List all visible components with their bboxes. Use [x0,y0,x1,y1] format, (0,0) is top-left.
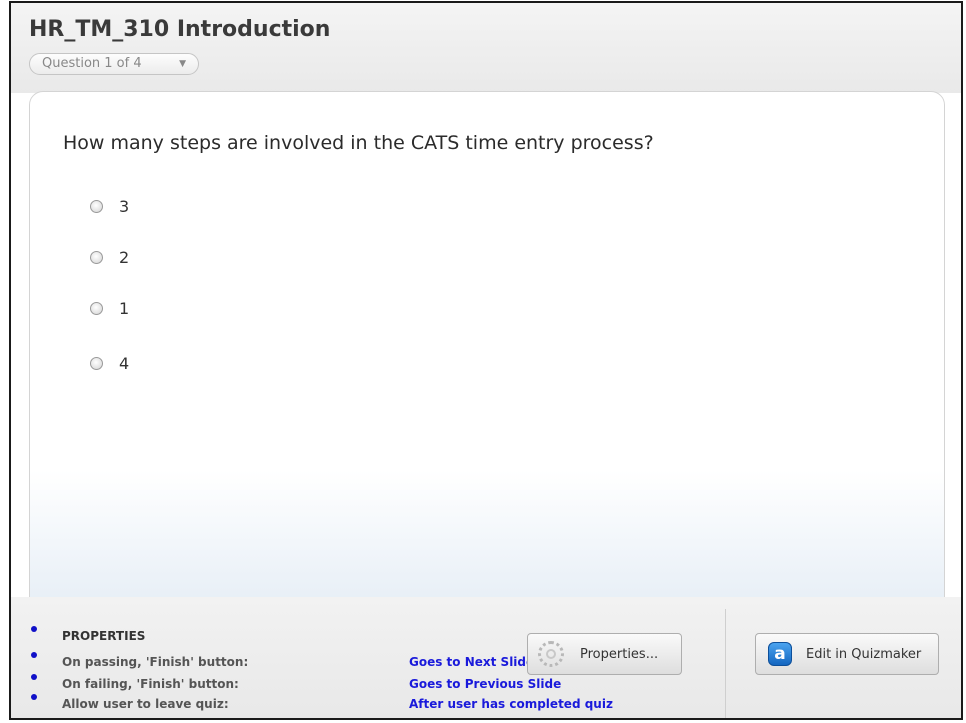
property-row: On failing, 'Finish' button: Goes to Pre… [11,674,711,693]
property-value: After user has completed quiz [409,697,613,711]
bullet-icon [31,694,37,700]
radio-icon[interactable] [90,250,103,264]
properties-panel: PROPERTIES On passing, 'Finish' button: … [11,597,961,718]
gear-icon [538,641,564,667]
property-label: On failing, 'Finish' button: [62,677,239,691]
question-card: How many steps are involved in the CATS … [29,91,945,611]
quizmaker-icon: a [768,642,792,666]
answer-choice-label: 4 [119,353,130,373]
answer-choice-3[interactable]: 1 [90,296,129,320]
radio-icon[interactable] [90,356,103,370]
answer-choice-4[interactable]: 4 [90,351,129,375]
chevron-down-icon: ▼ [179,59,186,69]
quiz-preview-frame: HR_TM_310 Introduction Question 1 of 4 ▼… [9,1,963,720]
question-text: How many steps are involved in the CATS … [63,132,654,154]
property-value: Goes to Previous Slide [409,677,562,691]
question-selector-label: Question 1 of 4 [42,56,142,71]
radio-icon[interactable] [90,301,103,315]
quiz-title: HR_TM_310 Introduction [29,17,331,42]
bullet-icon [31,674,37,680]
property-label: On passing, 'Finish' button: [62,655,249,669]
properties-button-label: Properties... [580,646,659,662]
answer-choice-label: 2 [119,247,130,267]
property-row: Allow user to leave quiz: After user has… [11,694,711,713]
quiz-header: HR_TM_310 Introduction Question 1 of 4 ▼ [11,3,961,93]
answer-choice-label: 1 [119,298,130,318]
edit-in-quizmaker-button[interactable]: a Edit in Quizmaker [755,633,939,675]
bullet-icon [31,652,37,658]
edit-in-quizmaker-label: Edit in Quizmaker [806,646,922,662]
radio-icon[interactable] [90,199,103,213]
property-label: Allow user to leave quiz: [62,697,229,711]
properties-heading: PROPERTIES [62,629,146,643]
properties-button[interactable]: Properties... [527,633,682,675]
footer-divider [725,609,726,718]
question-selector[interactable]: Question 1 of 4 ▼ [29,53,199,75]
answer-choice-1[interactable]: 3 [90,194,129,218]
answer-choice-label: 3 [119,196,130,216]
bullet-icon [31,626,37,632]
answer-choice-2[interactable]: 2 [90,245,129,269]
property-value: Goes to Next Slide [409,655,535,669]
